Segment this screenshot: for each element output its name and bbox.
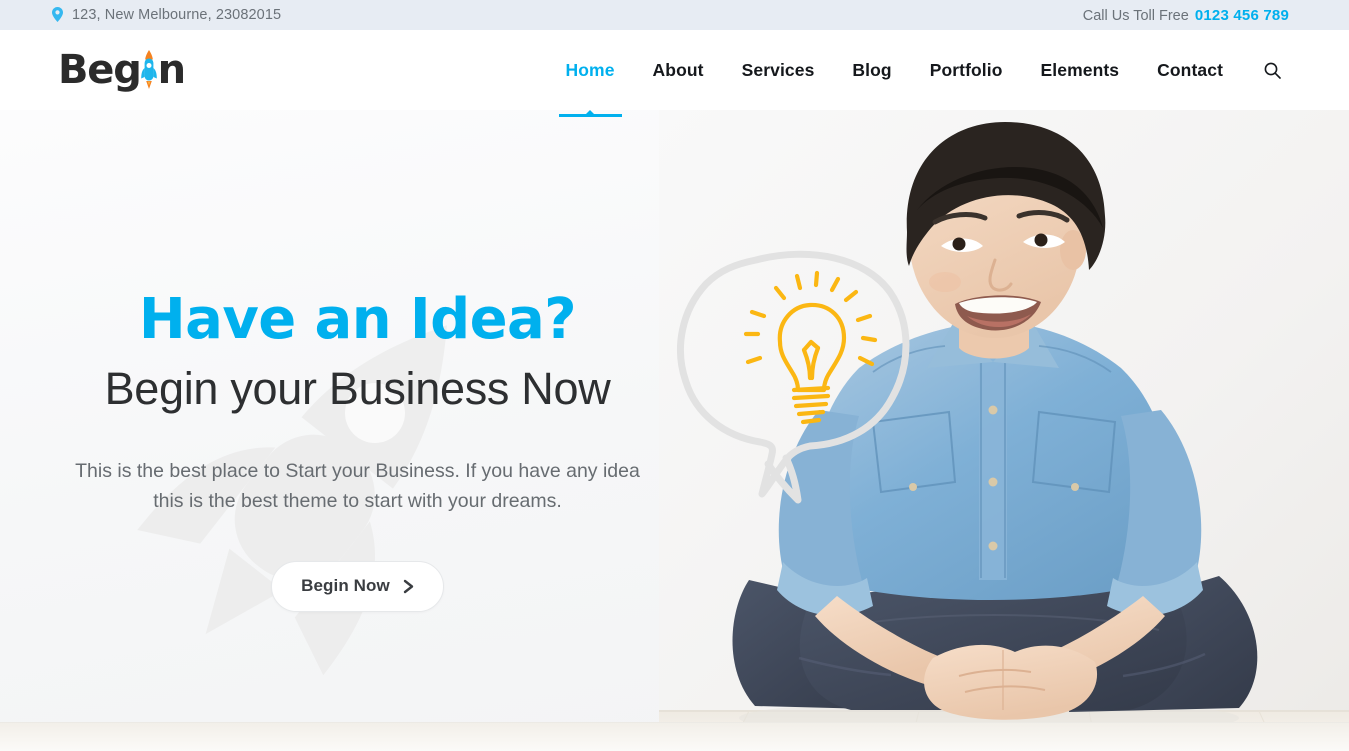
- nav-label-about: About: [652, 59, 704, 80]
- search-button[interactable]: [1242, 30, 1289, 110]
- active-nav-indicator: [558, 114, 622, 117]
- toll-free-label: Call Us Toll Free: [1082, 7, 1189, 24]
- hero-description: This is the best place to Start your Bus…: [75, 459, 640, 512]
- nav-item-about[interactable]: About: [634, 30, 723, 110]
- nav-item-portfolio[interactable]: Portfolio: [911, 30, 1022, 110]
- hero-subtitle: Begin your Business Now: [104, 363, 611, 414]
- hero-section: Have an Idea? Begin your Business Now Th…: [0, 110, 1349, 751]
- address-text: 123, New Melbourne, 23082015: [72, 7, 282, 23]
- nav-label-blog: Blog: [852, 59, 892, 80]
- phone-number-link[interactable]: 0123 456 789: [1195, 7, 1289, 24]
- nav-item-services[interactable]: Services: [723, 30, 834, 110]
- hero-title: Have an Idea?: [138, 287, 577, 352]
- page-root: 123, New Melbourne, 23082015 Call Us Tol…: [0, 0, 1349, 751]
- begin-now-label: Begin Now: [301, 576, 390, 596]
- nav-item-blog[interactable]: Blog: [833, 30, 910, 110]
- nav-item-elements[interactable]: Elements: [1022, 30, 1139, 110]
- nav-label-elements: Elements: [1040, 59, 1120, 80]
- rocket-icon: [139, 46, 159, 96]
- logo-link[interactable]: Beg n: [58, 44, 186, 96]
- site-header: Beg n Home About Services Blog Portfolio…: [0, 30, 1349, 117]
- floor-strip: [0, 722, 1349, 751]
- logo-text-before: Beg: [58, 47, 142, 93]
- nav-item-home[interactable]: Home: [547, 30, 634, 117]
- map-pin-icon: [52, 6, 63, 22]
- top-bar-address-group: 123, New Melbourne, 23082015: [52, 6, 282, 23]
- nav-label-home: Home: [565, 59, 615, 80]
- nav-item-contact[interactable]: Contact: [1138, 30, 1242, 110]
- main-navigation: Home About Services Blog Portfolio Eleme…: [547, 30, 1289, 117]
- search-icon: [1264, 62, 1281, 79]
- hero-copy: Have an Idea? Begin your Business Now Th…: [0, 110, 715, 751]
- chevron-right-icon: [403, 579, 414, 594]
- begin-now-button[interactable]: Begin Now: [271, 560, 444, 612]
- top-bar: 123, New Melbourne, 23082015 Call Us Tol…: [0, 0, 1349, 30]
- nav-label-contact: Contact: [1157, 59, 1223, 80]
- nav-label-portfolio: Portfolio: [929, 59, 1003, 80]
- top-bar-phone-group: Call Us Toll Free 0123 456 789: [1083, 7, 1289, 24]
- nav-label-services: Services: [741, 59, 815, 80]
- logo-text-after: n: [157, 47, 186, 93]
- hero-photo: [659, 110, 1349, 751]
